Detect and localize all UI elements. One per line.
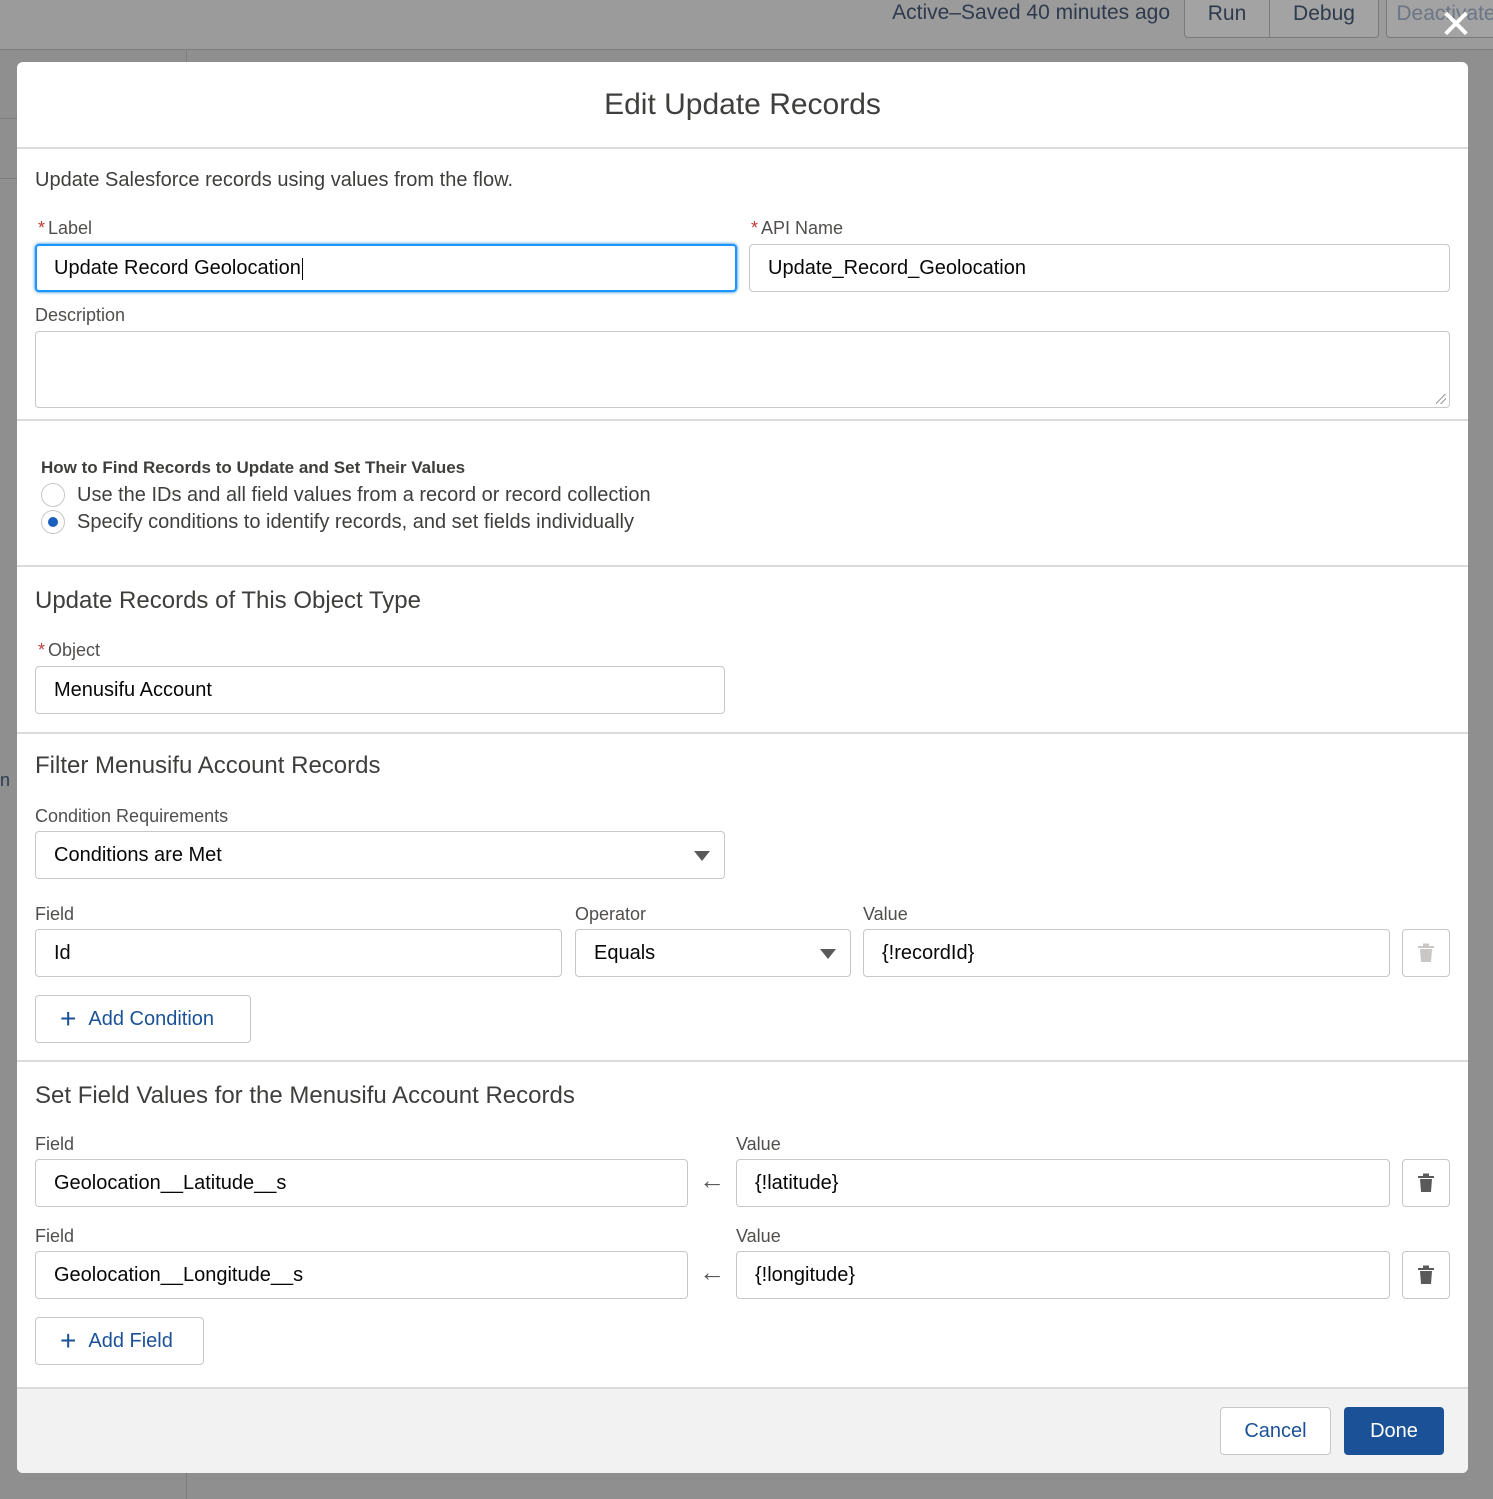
condition-operator-select[interactable]: Equals bbox=[575, 929, 851, 977]
arrow-left-icon: ← bbox=[699, 1257, 725, 1287]
run-button: Run bbox=[1184, 0, 1270, 38]
field-input-latitude[interactable]: Geolocation__Latitude__s bbox=[35, 1159, 688, 1207]
modal-title: Edit Update Records bbox=[604, 88, 881, 121]
field-label: Field bbox=[35, 1134, 75, 1154]
value-label: Value bbox=[736, 1226, 781, 1246]
chevron-down-icon bbox=[820, 949, 836, 959]
condition-requirements-select[interactable]: Conditions are Met bbox=[35, 831, 725, 879]
add-field-button[interactable]: + Add Field bbox=[35, 1317, 204, 1365]
flow-status-text: Active–Saved 40 minutes ago bbox=[892, 1, 1170, 24]
debug-button: Debug bbox=[1269, 0, 1379, 38]
value-input-latitude[interactable]: {!latitude} bbox=[736, 1159, 1390, 1207]
add-condition-button[interactable]: + Add Condition bbox=[35, 995, 251, 1043]
api-name-field-label: * API Name bbox=[751, 218, 844, 238]
delete-field-button[interactable] bbox=[1402, 1159, 1450, 1207]
intro-text: Update Salesforce records using values f… bbox=[35, 169, 514, 191]
radio-button[interactable] bbox=[41, 483, 65, 507]
radio-option-specify-conditions[interactable]: Specify conditions to identify records, … bbox=[41, 510, 634, 534]
trash-icon bbox=[1418, 1265, 1434, 1284]
condition-requirements-label: Condition Requirements bbox=[35, 806, 229, 826]
filter-section: Filter Menusifu Account Records Conditio… bbox=[17, 734, 1468, 1062]
delete-condition-button[interactable] bbox=[1402, 929, 1450, 977]
background-text-fragment: n bbox=[0, 770, 11, 790]
trash-icon bbox=[1418, 943, 1434, 962]
condition-value-input[interactable]: {!recordId} bbox=[863, 929, 1390, 977]
plus-icon: + bbox=[60, 1003, 77, 1034]
condition-field-label: Field bbox=[35, 904, 75, 924]
object-section-title: Update Records of This Object Type bbox=[35, 587, 421, 614]
radio-button-selected[interactable] bbox=[41, 510, 65, 534]
label-field-label: * Label bbox=[38, 218, 93, 238]
set-field-values-section: Set Field Values for the Menusifu Accoun… bbox=[17, 1062, 1468, 1386]
api-name-input[interactable]: Update_Record_Geolocation bbox=[749, 244, 1450, 292]
filter-section-title: Filter Menusifu Account Records bbox=[35, 752, 381, 779]
find-records-title: How to Find Records to Update and Set Th… bbox=[41, 458, 466, 477]
arrow-left-icon: ← bbox=[699, 1165, 725, 1195]
object-input[interactable]: Menusifu Account bbox=[35, 666, 725, 714]
background-divider bbox=[0, 118, 17, 119]
find-records-section: How to Find Records to Update and Set Th… bbox=[17, 421, 1468, 567]
trash-icon bbox=[1418, 1173, 1434, 1192]
object-field-label: * Object bbox=[38, 640, 101, 660]
label-input[interactable]: Update Record Geolocation bbox=[35, 244, 737, 292]
chevron-down-icon bbox=[694, 851, 710, 861]
delete-field-button[interactable] bbox=[1402, 1251, 1450, 1299]
modal-footer: Cancel Done bbox=[17, 1387, 1468, 1473]
text-cursor bbox=[301, 257, 303, 280]
background-divider bbox=[0, 178, 17, 179]
basic-info-section: Update Salesforce records using values f… bbox=[17, 149, 1468, 421]
value-label: Value bbox=[736, 1134, 781, 1154]
done-button[interactable]: Done bbox=[1344, 1407, 1444, 1455]
radio-option-use-ids[interactable]: Use the IDs and all field values from a … bbox=[41, 483, 651, 507]
condition-operator-label: Operator bbox=[575, 904, 647, 924]
value-input-longitude[interactable]: {!longitude} bbox=[736, 1251, 1390, 1299]
resize-grip-icon[interactable] bbox=[1436, 394, 1446, 404]
set-fields-section-title: Set Field Values for the Menusifu Accoun… bbox=[35, 1082, 575, 1109]
required-marker: * bbox=[38, 640, 46, 660]
edit-update-records-modal: Edit Update Records Update Salesforce re… bbox=[17, 62, 1468, 1473]
cancel-button[interactable]: Cancel bbox=[1220, 1407, 1331, 1455]
required-marker: * bbox=[751, 218, 759, 238]
field-label: Field bbox=[35, 1226, 75, 1246]
plus-icon: + bbox=[60, 1325, 77, 1356]
modal-header: Edit Update Records bbox=[17, 62, 1468, 149]
description-textarea[interactable] bbox=[35, 331, 1450, 408]
close-icon[interactable]: ✕ bbox=[1437, 5, 1475, 45]
condition-field-input[interactable]: Id bbox=[35, 929, 562, 977]
condition-value-label: Value bbox=[863, 904, 908, 924]
field-input-longitude[interactable]: Geolocation__Longitude__s bbox=[35, 1251, 688, 1299]
description-field-label: Description bbox=[35, 305, 126, 325]
object-section: Update Records of This Object Type * Obje… bbox=[17, 567, 1468, 734]
required-marker: * bbox=[38, 218, 46, 238]
